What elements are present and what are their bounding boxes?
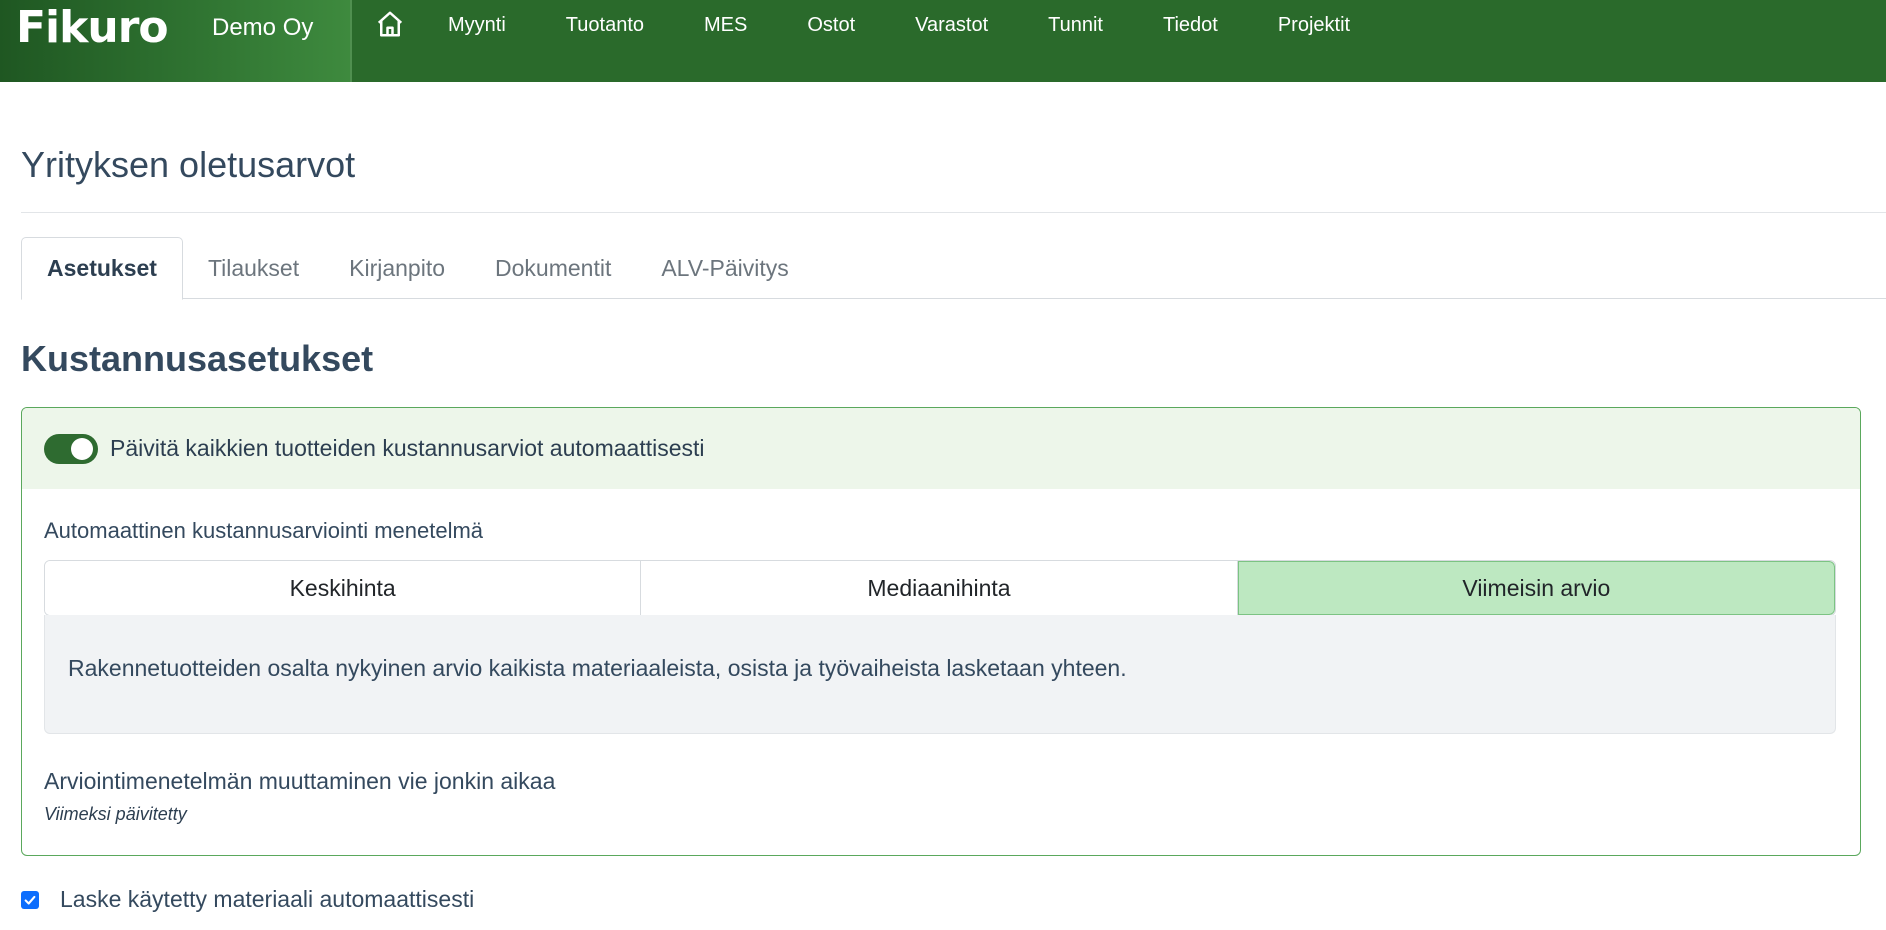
- settings-tabs: Asetukset Tilaukset Kirjanpito Dokumenti…: [21, 237, 1886, 300]
- top-navbar: Fikuro Demo Oy Myynti Tuotanto MES Ostot…: [0, 0, 1886, 82]
- nav-item-varastot[interactable]: Varastot: [915, 14, 988, 37]
- toggle-knob: [71, 437, 93, 460]
- change-note: Arviointimenetelmän muuttaminen vie jonk…: [44, 768, 556, 794]
- brand-block: Fikuro Demo Oy: [0, 0, 352, 82]
- tab-asetukset[interactable]: Asetukset: [21, 237, 183, 300]
- method-option-keskihinta[interactable]: Keskihinta: [45, 561, 642, 615]
- app-logo[interactable]: Fikuro: [16, 2, 169, 53]
- method-option-mediaanihinta[interactable]: Mediaanihinta: [641, 561, 1238, 615]
- cost-settings-card: Päivitä kaikkien tuotteiden kustannusarv…: [21, 407, 1861, 856]
- company-name[interactable]: Demo Oy: [212, 14, 313, 42]
- section-title: Kustannusasetukset: [21, 338, 374, 379]
- card-header: Päivitä kaikkien tuotteiden kustannusarv…: [22, 408, 1860, 489]
- method-option-viimeisin-arvio[interactable]: Viimeisin arvio: [1237, 561, 1835, 615]
- auto-update-toggle[interactable]: [44, 433, 98, 464]
- title-divider: [21, 212, 1886, 213]
- page-title: Yrityksen oletusarvot: [21, 144, 356, 185]
- material-checkbox-row: Laske käytetty materiaali automaattisest…: [21, 886, 474, 913]
- nav-item-tuotanto[interactable]: Tuotanto: [566, 14, 644, 37]
- last-updated-label: Viimeksi päivitetty: [44, 804, 187, 824]
- nav-item-mes[interactable]: MES: [704, 14, 747, 37]
- tab-tilaukset[interactable]: Tilaukset: [183, 237, 324, 299]
- method-label: Automaattinen kustannusarviointi menetel…: [44, 518, 484, 543]
- nav-item-myynti[interactable]: Myynti: [448, 14, 506, 37]
- method-selector: Keskihinta Mediaanihinta Viimeisin arvio: [44, 560, 1836, 616]
- nav-item-tunnit[interactable]: Tunnit: [1048, 14, 1103, 37]
- tab-dokumentit[interactable]: Dokumentit: [470, 237, 636, 299]
- nav-item-ostot[interactable]: Ostot: [807, 14, 855, 37]
- tab-alv-paivitys[interactable]: ALV-Päivitys: [636, 237, 813, 299]
- auto-update-toggle-label: Päivitä kaikkien tuotteiden kustannusarv…: [110, 435, 705, 461]
- material-checkbox[interactable]: [21, 890, 39, 909]
- material-checkbox-label[interactable]: Laske käytetty materiaali automaattisest…: [60, 886, 474, 913]
- nav-item-tiedot[interactable]: Tiedot: [1163, 14, 1218, 37]
- tab-kirjanpito[interactable]: Kirjanpito: [324, 237, 470, 299]
- check-icon: [24, 895, 36, 905]
- home-icon[interactable]: [374, 6, 406, 42]
- method-description: Rakennetuotteiden osalta nykyinen arvio …: [44, 615, 1836, 734]
- main-nav: Myynti Tuotanto MES Ostot Varastot Tunni…: [352, 0, 1410, 82]
- nav-item-projektit[interactable]: Projektit: [1278, 14, 1350, 37]
